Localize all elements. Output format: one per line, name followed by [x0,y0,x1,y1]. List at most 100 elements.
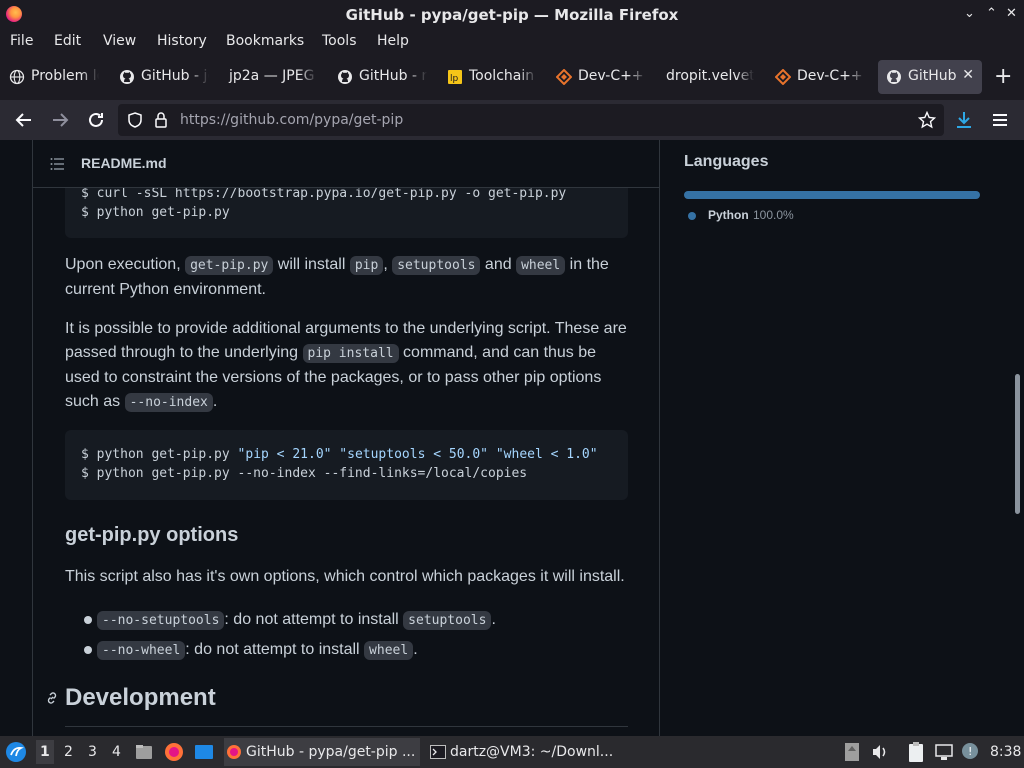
firefox-icon [227,745,241,759]
tab-github-2[interactable]: GitHub - r [337,60,427,94]
firefox-launcher-icon[interactable] [164,742,184,762]
workspace-2[interactable]: 2 [64,744,73,760]
inline-code: setuptools [392,256,481,275]
menu-history[interactable]: History [157,33,207,49]
volume-icon[interactable] [870,742,890,762]
inline-code: wheel [516,256,566,275]
github-icon [338,70,352,84]
python-color-dot [688,212,696,220]
code-string: "wheel < 1.0" [495,447,598,462]
language-name[interactable]: Python [708,208,749,222]
text: . [212,393,218,410]
url-bar[interactable]: https://github.com/pypa/get-pip [118,104,944,136]
taskbar: 1 2 3 4 GitHub - pypa/get-pip ... dartz@… [0,736,1024,768]
menu-bookmarks[interactable]: Bookmarks [226,33,304,49]
workspace-1[interactable]: 1 [36,740,54,764]
devcpp-icon [775,69,791,85]
url-path: /pypa/get-pip [309,112,404,128]
text: : do not attempt to install [185,641,365,658]
inline-code: setuptools [403,611,492,630]
tab-github-active[interactable]: GitHub ✕ [878,60,982,94]
development-heading: Development [65,684,216,711]
hamburger-menu-icon[interactable] [988,108,1012,132]
url-text: https://github.com/pypa/get-pip [180,112,403,128]
text: will install [273,256,350,273]
notification-icon[interactable]: ! [960,741,980,761]
window-icon[interactable] [194,742,214,762]
languages-title: Languages [684,153,769,170]
task-terminal[interactable]: dartz@VM3: ~/Downl... [428,738,618,766]
svg-text:lp: lp [450,74,459,84]
tab-devcpp-1[interactable]: Dev-C++ [556,60,646,94]
inline-code: --no-index [124,393,213,412]
code-string: "pip < 21.0" [237,447,332,462]
upload-icon[interactable] [844,742,860,762]
reload-icon[interactable] [84,108,108,132]
new-tab-button[interactable]: + [994,64,1012,89]
tab-close-icon[interactable]: ✕ [962,67,974,83]
back-arrow-icon[interactable] [12,108,36,132]
toolchain-icon: lp [448,70,462,84]
menu-edit[interactable]: Edit [54,33,81,49]
task-firefox[interactable]: GitHub - pypa/get-pip ... [224,738,420,766]
inline-code: pip [349,256,384,275]
minimize-button[interactable]: ⌄ [964,6,975,21]
workspace-3[interactable]: 3 [88,744,97,760]
start-menu-icon[interactable] [5,741,27,763]
file-manager-icon[interactable] [134,742,154,762]
close-window-button[interactable]: ✕ [1006,6,1017,21]
tab-label: dropit.velvet [666,68,754,84]
list-icon[interactable] [49,156,65,172]
code-block-examples: $ python get-pip.py "pip < 21.0" "setupt… [65,430,628,500]
github-icon [120,70,134,84]
maximize-button[interactable]: ⌃ [986,6,997,21]
readme-filename[interactable]: README.md [81,155,167,171]
anchor-link-icon[interactable] [44,690,60,706]
page-content: $ curl -sSL https://bootstrap.pypa.io/ge… [0,140,1024,736]
readme-header: README.md [33,140,659,188]
code-line: $ python get-pip.py [81,205,230,220]
menu-file[interactable]: File [10,33,33,49]
navigation-toolbar: https://github.com/pypa/get-pip [0,100,1024,140]
list-bullet [84,616,92,624]
tab-jp2a[interactable]: jp2a — JPEG t [207,60,317,94]
menu-help[interactable]: Help [377,33,409,49]
globe-icon [9,69,25,85]
text: . [413,641,418,658]
download-icon[interactable] [952,108,976,132]
tab-dropit[interactable]: dropit.velvet [644,60,754,94]
bookmark-star-icon[interactable] [918,111,936,129]
tab-bar: Problem lo GitHub - jc jp2a — JPEG t Git… [0,54,1024,100]
github-icon [887,70,901,84]
tab-problem-loading[interactable]: Problem lo [9,60,99,94]
task-label: dartz@VM3: ~/Downl... [450,744,614,760]
inline-code: pip install [302,344,399,363]
paragraph-execution: Upon execution, get-pip.py will install … [65,253,630,302]
clipboard-icon[interactable] [906,741,926,763]
task-label: GitHub - pypa/get-pip ... [246,744,416,760]
shield-icon[interactable] [126,111,144,129]
network-icon[interactable] [934,742,954,762]
text: Upon execution, [65,256,186,273]
menu-view[interactable]: View [103,33,136,49]
code-line: $ curl -sSL https://bootstrap.pypa.io/ge… [81,186,567,201]
inline-code: --no-wheel [97,641,186,660]
paragraph-arguments: It is possible to provide additional arg… [65,317,630,415]
scrollbar-thumb[interactable] [1015,374,1020,514]
options-heading: get-pip.py options [65,524,239,546]
language-bar [684,191,980,199]
workspace-4[interactable]: 4 [112,744,121,760]
lock-icon[interactable] [152,111,170,129]
clock: 8:38 [990,744,1022,760]
tab-toolchain[interactable]: lp Toolchain [447,60,537,94]
window-title: GitHub - pypa/get-pip — Mozilla Firefox [345,6,679,24]
devcpp-icon [556,69,572,85]
tab-label: Dev-C++ [797,68,863,84]
text: . [491,611,496,628]
tab-devcpp-2[interactable]: Dev-C++ [775,60,865,94]
tab-label: GitHub [908,68,957,84]
heading-divider [65,726,628,727]
forward-arrow-icon[interactable] [48,108,72,132]
menu-tools[interactable]: Tools [322,33,357,49]
tab-github-1[interactable]: GitHub - jc [119,60,209,94]
